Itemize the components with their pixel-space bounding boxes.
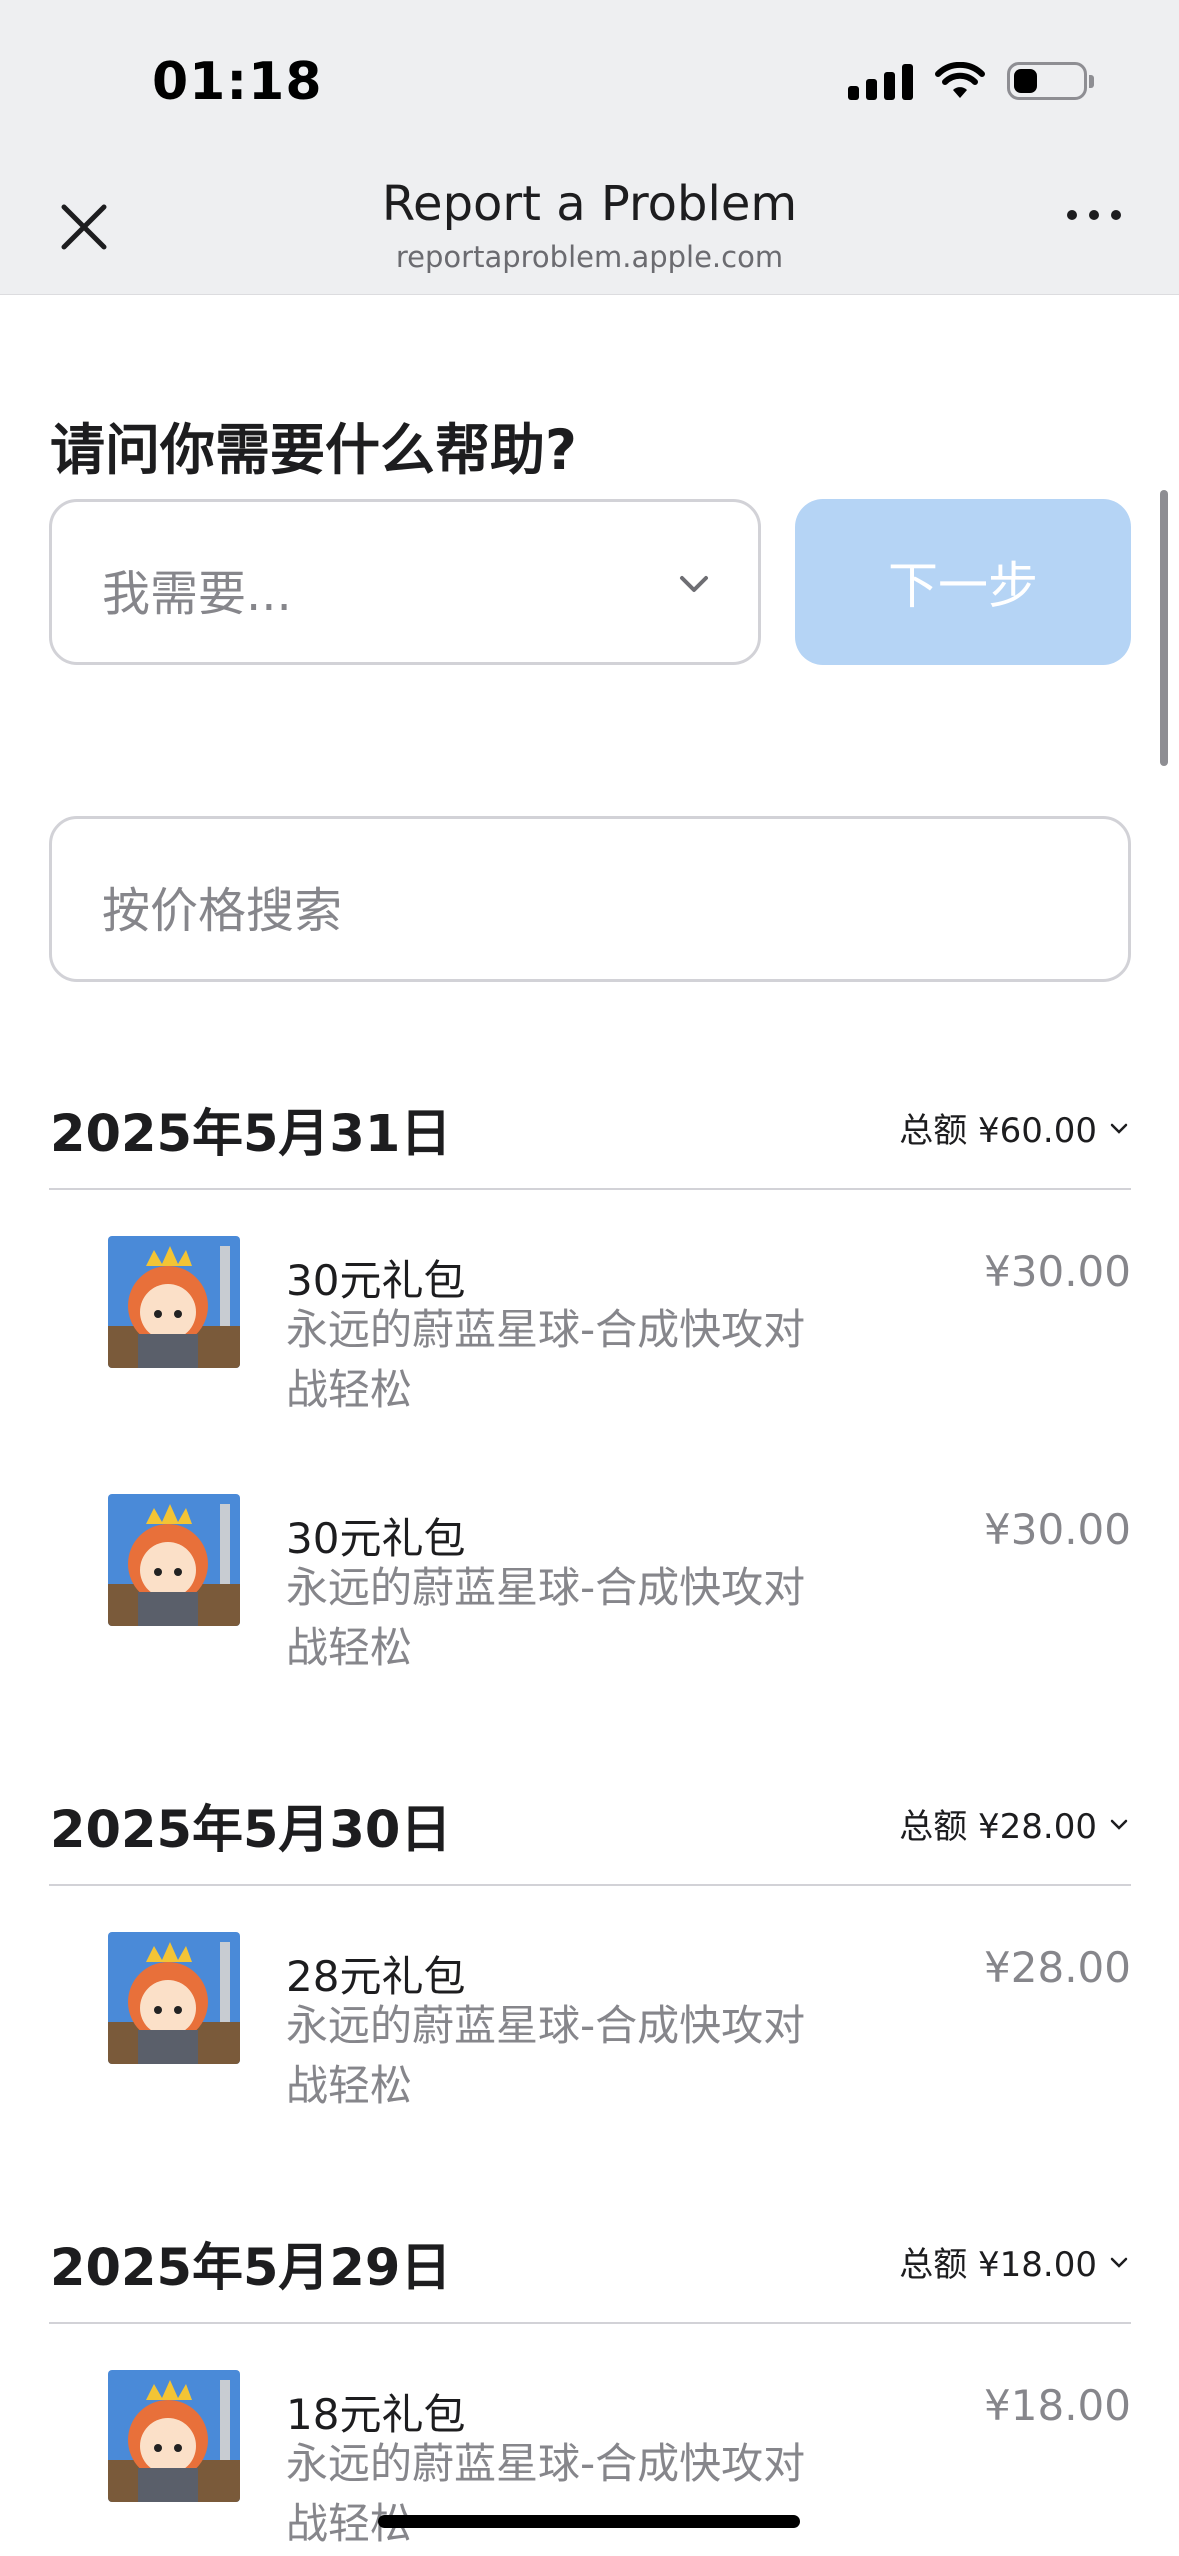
chevron-down-icon [1110,2257,1128,2268]
group-total[interactable]: 总额 ¥28.00 [899,1799,1131,1848]
item-name: 30元礼包 [286,1256,466,1305]
chevron-down-icon [680,576,708,592]
item-price: ¥28.00 [984,1943,1131,1992]
price-search-placeholder: 按价格搜索 [102,883,343,939]
chevron-down-icon [1110,1819,1128,1830]
game-app-icon [108,1494,240,1626]
item-description: 永远的蔚蓝星球-合成快攻对战轻松 [286,1563,806,1672]
group-total-label: 总额 ¥18.00 [899,2245,1097,2285]
item-price: ¥30.00 [984,1505,1131,1554]
item-description: 永远的蔚蓝星球-合成快攻对战轻松 [286,2439,806,2548]
wifi-icon [935,62,985,98]
chevron-down-icon [1110,1123,1128,1134]
item-name: 18元礼包 [286,2390,466,2439]
help-heading: 请问你需要什么帮助? [50,418,577,482]
game-app-icon [108,2370,240,2502]
cellular-signal-icon [848,62,913,100]
help-select[interactable]: 我需要... [49,499,761,665]
more-icon [1067,210,1077,220]
price-search-input[interactable]: 按价格搜索 [49,816,1131,982]
page-title: Report a Problem [381,176,798,232]
game-app-icon [108,1236,240,1368]
item-name: 28元礼包 [286,1952,466,2001]
group-total[interactable]: 总额 ¥18.00 [899,2237,1131,2286]
group-total[interactable]: 总额 ¥60.00 [899,1103,1131,1152]
divider [49,1188,1131,1190]
item-name: 30元礼包 [286,1514,466,1563]
status-time: 01:18 [152,52,323,112]
help-select-placeholder: 我需要... [102,566,292,622]
battery-level [1014,69,1037,93]
divider [49,1884,1131,1886]
page-url: reportaproblem.apple.com [395,240,784,274]
group-total-label: 总额 ¥28.00 [899,1807,1097,1847]
item-description: 永远的蔚蓝星球-合成快攻对战轻松 [286,1305,806,1414]
more-button[interactable] [1067,210,1121,220]
home-indicator[interactable] [378,2515,800,2528]
date-heading: 2025年5月29日 [50,2239,452,2298]
browser-chrome: 01:18 Report a Problem reportaproblem.ap… [0,0,1179,295]
date-heading: 2025年5月30日 [50,1801,452,1860]
item-price: ¥18.00 [984,2381,1131,2430]
game-app-icon [108,1932,240,2064]
date-heading: 2025年5月31日 [50,1105,452,1164]
battery-icon [1007,62,1094,100]
next-button[interactable]: 下一步 [795,499,1131,665]
item-description: 永远的蔚蓝星球-合成快攻对战轻松 [286,2001,806,2110]
divider [49,2322,1131,2324]
item-price: ¥30.00 [984,1247,1131,1296]
group-total-label: 总额 ¥60.00 [899,1111,1097,1151]
status-icons [848,62,1094,100]
scrollbar[interactable] [1160,490,1168,766]
